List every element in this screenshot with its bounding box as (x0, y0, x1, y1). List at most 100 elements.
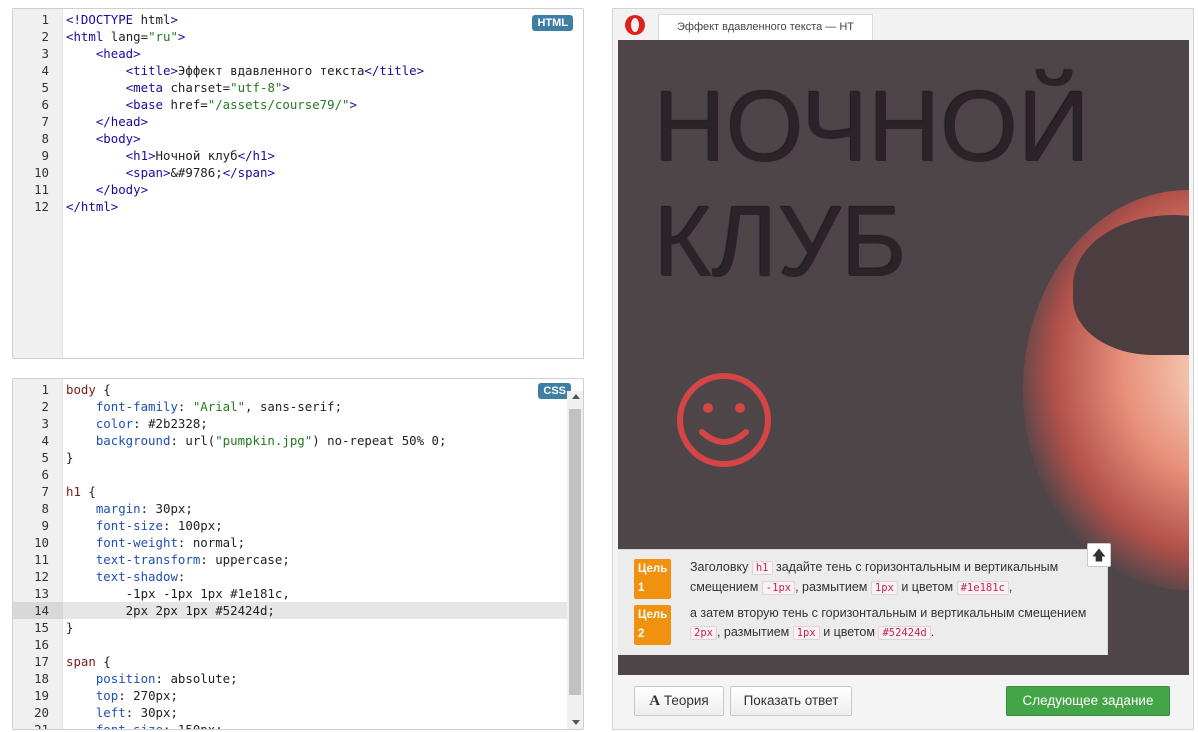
code-line[interactable]: 17 span { (13, 653, 583, 670)
theory-icon: A (649, 693, 661, 709)
nightclub-heading: Ночной клуб (654, 70, 1090, 300)
code-chip: #52424d (878, 626, 931, 640)
code-line[interactable]: 1 <!DOCTYPE html> (13, 11, 583, 28)
code-text: font-weight: normal; (95, 535, 246, 550)
scrollbar-thumb[interactable] (569, 409, 581, 695)
line-number: 2 (41, 29, 49, 44)
line-number: 4 (41, 63, 49, 78)
goal-1-badge: Цель 1 (634, 559, 672, 599)
code-text: position: absolute; (95, 671, 238, 686)
code-line[interactable]: 3 <head> (13, 45, 583, 62)
code-line[interactable]: 8 <body> (13, 130, 583, 147)
code-line[interactable]: 10 font-weight: normal; (13, 534, 583, 551)
code-line[interactable]: 2 <html lang="ru"> (13, 28, 583, 45)
code-line[interactable]: 5} (13, 449, 583, 466)
line-number: 11 (34, 182, 49, 197)
code-line[interactable]: 10 <span>&#9786;</span> (13, 164, 583, 181)
css-editor-scrollbar[interactable] (567, 391, 583, 729)
goal-text-fragment: а затем вторую тень с горизонтальным и в… (690, 606, 1087, 620)
code-chip: 2px (690, 626, 717, 640)
code-chip: -1px (761, 581, 796, 595)
code-line[interactable]: 5 <meta charset="utf-8"> (13, 79, 583, 96)
code-line[interactable]: 7 h1 { (13, 483, 583, 500)
theory-button-label: Теория (663, 693, 709, 708)
browser-tabbar: Эффект вдавленного текста — HT (613, 9, 1193, 40)
smiley-face-icon (677, 373, 771, 467)
code-line[interactable]: 11 text-transform: uppercase; (13, 551, 583, 568)
goal-text-fragment: . (930, 625, 935, 639)
code-line[interactable]: 16 (13, 636, 583, 653)
next-task-button[interactable]: Следующее задание (1006, 686, 1170, 716)
code-text: <title>Эффект вдавленного текста</title> (125, 63, 425, 78)
browser-tab[interactable]: Эффект вдавленного текста — HT (658, 14, 873, 40)
goal-text-fragment: Заголовку (690, 560, 749, 574)
collapse-tasks-button[interactable]: 🡅 (1087, 543, 1111, 567)
code-text: -1px -1px 1px #1e181c, (66, 586, 290, 601)
html-code-editor[interactable]: HTML 1 <!DOCTYPE html> 2 <html lang="ru"> 3 … (12, 8, 584, 359)
code-line[interactable]: 14 2px 2px 1px #52424d; (13, 602, 583, 619)
scroll-up-arrow-icon[interactable] (572, 394, 580, 399)
code-line[interactable]: 20 left: 30px; (13, 704, 583, 721)
code-text: font-size: 150px; (95, 722, 223, 730)
line-number: 18 (34, 671, 49, 686)
line-number: 20 (34, 705, 49, 720)
code-line[interactable]: 19 top: 270px; (13, 687, 583, 704)
code-line[interactable]: 12 </html> (13, 198, 583, 215)
code-text: <html lang="ru"> (66, 29, 186, 44)
code-text: </html> (66, 199, 119, 214)
line-number: 5 (41, 450, 49, 465)
code-line[interactable]: 11 </body> (13, 181, 583, 198)
goal-text-fragment: и цветом (823, 625, 875, 639)
code-line[interactable]: 2 font-family: "Arial", sans-serif; (13, 398, 583, 415)
goal-text-fragment: , (1008, 580, 1013, 594)
code-lines[interactable]: 1 body {2 font-family: "Arial", sans-seri… (13, 381, 583, 730)
code-line[interactable]: 12 text-shadow: (13, 568, 583, 585)
line-number: 21 (34, 722, 49, 730)
code-line[interactable]: 8 margin: 30px; (13, 500, 583, 517)
code-line[interactable]: 6 <base href="/assets/course79/"> (13, 96, 583, 113)
line-number: 16 (34, 637, 49, 652)
theory-button[interactable]: A Теория (634, 686, 724, 716)
code-text: text-shadow: (95, 569, 186, 584)
code-line[interactable]: 9 <h1>Ночной клуб</h1> (13, 147, 583, 164)
code-line[interactable]: 18 position: absolute; (13, 670, 583, 687)
code-line[interactable]: 9 font-size: 100px; (13, 517, 583, 534)
scroll-down-arrow-icon[interactable] (572, 720, 580, 725)
code-line[interactable]: 4 <title>Эффект вдавленного текста</titl… (13, 62, 583, 79)
code-text: <h1>Ночной клуб</h1> (125, 148, 275, 163)
code-chip: #1e181c (956, 581, 1009, 595)
code-line[interactable]: 21 font-size: 150px; (13, 721, 583, 730)
line-number: 3 (41, 416, 49, 431)
code-line[interactable]: 1 body { (13, 381, 583, 398)
goal-2-badge: Цель 2 (634, 605, 672, 645)
code-line[interactable]: 4 background: url("pumpkin.jpg") no-repe… (13, 432, 583, 449)
line-number: 15 (34, 620, 49, 635)
code-line[interactable]: 3 color: #2b2328; (13, 415, 583, 432)
show-answer-button[interactable]: Показать ответ (730, 686, 852, 716)
css-code-editor[interactable]: 1 body {2 font-family: "Arial", sans-seri… (12, 378, 584, 730)
code-text: color: #2b2328; (95, 416, 208, 431)
code-line[interactable]: 7 </head> (13, 113, 583, 130)
line-number: 9 (41, 518, 49, 533)
code-line[interactable]: 6 (13, 466, 583, 483)
goal-2-text: а затем вторую тень с горизонтальным и в… (690, 604, 1090, 643)
line-number: 14 (13, 602, 63, 619)
code-line[interactable]: 15} (13, 619, 583, 636)
line-number: 2 (41, 399, 49, 414)
code-text: <base href="/assets/course79/"> (125, 97, 357, 112)
line-number: 17 (34, 654, 49, 669)
code-line[interactable]: 13 -1px -1px 1px #1e181c, (13, 585, 583, 602)
code-chip: 1px (870, 581, 898, 595)
goal-text-fragment: , размытием (795, 580, 868, 594)
code-text: background: url("pumpkin.jpg") no-repeat… (95, 433, 447, 448)
code-text: <span>&#9786;</span> (125, 165, 275, 180)
heading-line-2: клуб (654, 186, 908, 298)
line-number: 8 (41, 501, 49, 516)
code-text: margin: 30px; (95, 501, 193, 516)
code-text: <meta charset="utf-8"> (125, 80, 290, 95)
code-lines[interactable]: 1 <!DOCTYPE html> 2 <html lang="ru"> 3 <head… (13, 11, 583, 215)
line-number: 12 (34, 569, 49, 584)
line-number: 4 (41, 433, 49, 448)
code-text: 2px 2px 1px #52424d; (66, 603, 275, 618)
line-number: 8 (41, 131, 49, 146)
